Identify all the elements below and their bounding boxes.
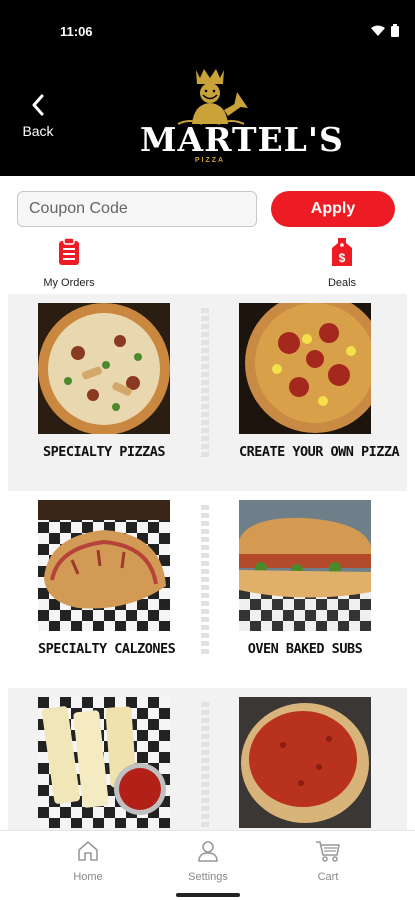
martels-logo: MARTEL'S PIZZA [140, 66, 344, 170]
menu-card-specialty-calzones[interactable]: SPECIALTY CALZONES [38, 500, 176, 657]
status-time: 11:06 [60, 24, 93, 39]
my-orders-label: My Orders [43, 277, 95, 289]
menu-card-create-your-own-pizza[interactable]: CREATE YOUR OWN PIZZA [239, 303, 400, 460]
status-bar: 11:06 [0, 0, 415, 62]
system-nav-bar [0, 890, 415, 900]
row-divider [201, 308, 209, 458]
sub-sandwich-image [239, 500, 371, 631]
back-label: Back [22, 123, 54, 139]
logo-subtitle: PIZZA [194, 157, 226, 164]
row-divider [201, 505, 209, 655]
clipboard-list-icon [59, 237, 79, 265]
menu-card-specialty-pizzas[interactable]: SPECIALTY PIZZAS [38, 303, 170, 460]
menu-card-title: OVEN BAKED SUBS [247, 641, 363, 657]
svg-text:$: $ [339, 251, 346, 265]
bottom-tab-bar: Home Settings Cart [0, 830, 415, 890]
apply-button[interactable]: Apply [271, 191, 395, 227]
tab-label: Cart [317, 871, 339, 883]
row-divider [201, 702, 209, 830]
specialty-pizza-image [38, 303, 170, 434]
menu-grid: SPECIALTY PIZZAS CREATE YOUR OWN PIZZA S… [0, 294, 415, 830]
menu-card-title: CREATE YOUR OWN PIZZA [239, 444, 400, 460]
cart-icon [316, 841, 340, 862]
menu-row: SPECIALTY CALZONES OVEN BAKED SUBS [8, 491, 407, 688]
my-orders-link[interactable]: My Orders [29, 237, 109, 289]
tab-home[interactable]: Home [48, 839, 128, 883]
menu-card-oven-baked-subs[interactable]: OVEN BAKED SUBS [239, 500, 371, 657]
price-tag-dollar-icon: $ [332, 238, 352, 266]
king-chess-icon [177, 69, 248, 125]
app-header: Back MARTEL'S PIZZA [0, 62, 415, 176]
menu-row [8, 688, 407, 830]
calzone-image [38, 500, 170, 631]
menu-card-breadsticks[interactable] [38, 697, 170, 830]
sauce-pizza-image [239, 697, 371, 828]
back-button[interactable]: Back [16, 94, 60, 144]
menu-card-sauce-pizza[interactable] [239, 697, 371, 830]
home-icon [78, 841, 98, 861]
tab-settings[interactable]: Settings [168, 839, 248, 883]
menu-card-title: SPECIALTY PIZZAS [42, 444, 166, 460]
chevron-left-icon [32, 94, 44, 116]
tab-label: Settings [188, 871, 228, 883]
pepperoni-pizza-image [239, 303, 371, 434]
breadsticks-image [38, 697, 170, 828]
menu-card-title: SPECIALTY CALZONES [38, 641, 176, 657]
deals-link[interactable]: $ Deals [302, 238, 382, 289]
person-icon [198, 841, 218, 862]
coupon-code-input[interactable] [17, 191, 257, 227]
logo-title: MARTEL'S [140, 120, 344, 159]
menu-row: SPECIALTY PIZZAS CREATE YOUR OWN PIZZA [8, 294, 407, 491]
tab-label: Home [73, 871, 103, 883]
wifi-icon [371, 25, 385, 36]
status-icons [371, 24, 399, 37]
home-gesture-handle[interactable] [176, 893, 240, 897]
deals-label: Deals [327, 277, 357, 289]
tab-cart[interactable]: Cart [288, 839, 368, 883]
battery-icon [391, 24, 399, 37]
